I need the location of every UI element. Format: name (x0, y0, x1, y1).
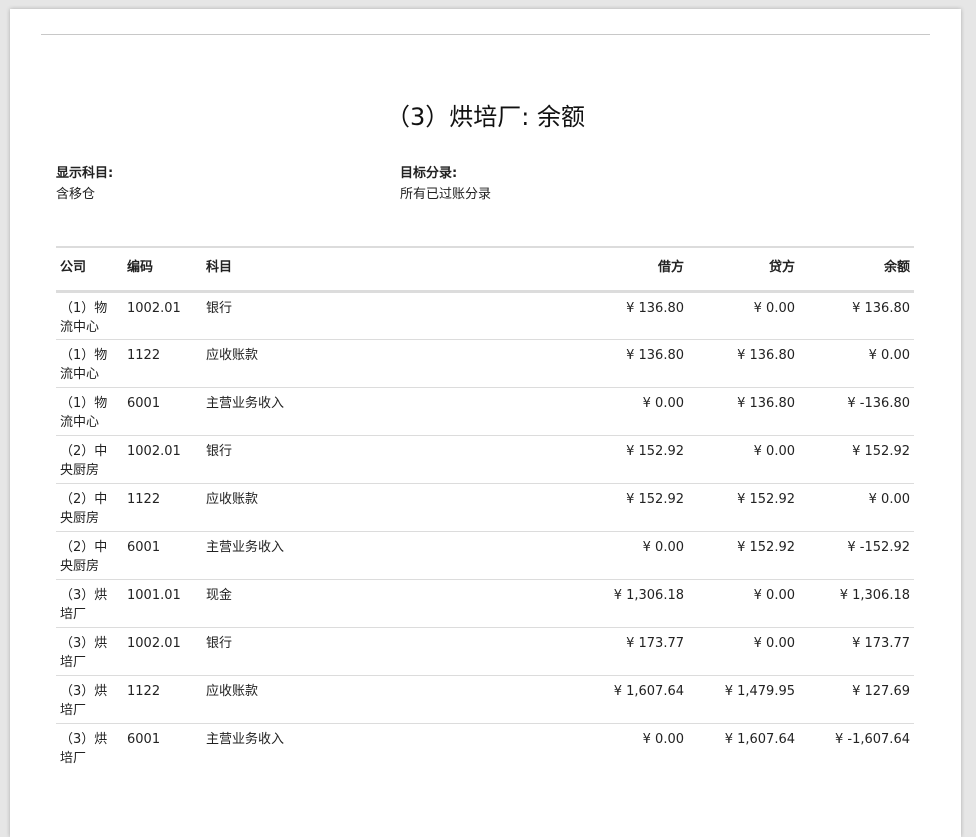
credit-cell: ¥ 0.00 (753, 443, 795, 459)
account-cell: 主营业务收入 (206, 395, 285, 411)
credit-cell: ¥ 0.00 (753, 587, 795, 603)
debit-cell: ¥ 136.80 (626, 300, 684, 316)
company-cell: （2）中央厨房 (60, 491, 108, 526)
company-cell: （3）烘培厂 (60, 731, 108, 766)
balance-cell: ¥ 173.77 (852, 635, 910, 651)
table-header-row: 公司 编码 科目 借方 贷方 余额 (56, 247, 914, 291)
table-row: （2）中央厨房 1002.01 银行 ¥ 152.92 ¥ 0.00 ¥ 152.92 (56, 435, 914, 483)
column-header-code: 编码 (127, 260, 154, 275)
company-cell: （3）烘培厂 (60, 635, 108, 670)
company-cell: （3）烘培厂 (60, 587, 108, 622)
code-cell: 1002.01 (127, 300, 181, 316)
account-cell: 主营业务收入 (206, 731, 285, 747)
company-cell: （2）中央厨房 (60, 539, 108, 574)
balance-cell: ¥ -136.80 (847, 395, 910, 411)
account-cell: 应收账款 (206, 683, 259, 699)
credit-cell: ¥ 1,479.95 (724, 683, 795, 699)
table-row: （2）中央厨房 6001 主营业务收入 ¥ 0.00 ¥ 152.92 ¥ -152.92 (56, 531, 914, 579)
table-row: （3）烘培厂 6001 主营业务收入 ¥ 0.00 ¥ 1,607.64 ¥ -1,607… (56, 723, 914, 771)
table-row: （1）物流中心 6001 主营业务收入 ¥ 0.00 ¥ 136.80 ¥ -136.80 (56, 387, 914, 435)
table-body: （1）物流中心 1002.01 银行 ¥ 136.80 ¥ 0.00 ¥ 136.80 （1… (56, 291, 914, 771)
debit-cell: ¥ 136.80 (626, 347, 684, 363)
report-page: （3）烘培厂: 余额 显示科目: 含移仓 目标分录: 所有已过账分录 公司 编码… (10, 9, 961, 837)
entries-filter: 目标分录: 所有已过账分录 (400, 166, 491, 203)
accounts-filter-value: 含移仓 (56, 187, 96, 202)
balance-cell: ¥ 0.00 (868, 347, 910, 363)
column-header-debit: 借方 (657, 260, 684, 275)
table-row: （1）物流中心 1002.01 银行 ¥ 136.80 ¥ 0.00 ¥ 136.80 (56, 291, 914, 339)
accounts-filter-label: 显示科目: (56, 166, 114, 181)
column-header-account: 科目 (206, 260, 233, 275)
debit-cell: ¥ 0.00 (642, 539, 684, 555)
code-cell: 6001 (127, 731, 161, 747)
balance-cell: ¥ -1,607.64 (835, 731, 910, 747)
credit-cell: ¥ 0.00 (753, 300, 795, 316)
account-cell: 主营业务收入 (206, 539, 285, 555)
balance-cell: ¥ -152.92 (847, 539, 910, 555)
table-row: （1）物流中心 1122 应收账款 ¥ 136.80 ¥ 136.80 ¥ 0.00 (56, 339, 914, 387)
credit-cell: ¥ 152.92 (737, 539, 795, 555)
table-row: （3）烘培厂 1002.01 银行 ¥ 173.77 ¥ 0.00 ¥ 173.77 (56, 627, 914, 675)
entries-filter-label: 目标分录: (400, 166, 458, 181)
debit-cell: ¥ 0.00 (642, 395, 684, 411)
company-cell: （3）烘培厂 (60, 683, 108, 718)
credit-cell: ¥ 1,607.64 (724, 731, 795, 747)
balance-table: 公司 编码 科目 借方 贷方 余额 （1）物流中心 1002.01 银行 ¥ 136.… (56, 246, 914, 771)
table-row: （3）烘培厂 1122 应收账款 ¥ 1,607.64 ¥ 1,479.95 ¥ 127.… (56, 675, 914, 723)
code-cell: 6001 (127, 539, 161, 555)
debit-cell: ¥ 1,306.18 (613, 587, 684, 603)
table-row: （3）烘培厂 1001.01 现金 ¥ 1,306.18 ¥ 0.00 ¥ 1,306.1… (56, 579, 914, 627)
code-cell: 1001.01 (127, 587, 181, 603)
credit-cell: ¥ 136.80 (737, 395, 795, 411)
debit-cell: ¥ 0.00 (642, 731, 684, 747)
balance-cell: ¥ 0.00 (868, 491, 910, 507)
balance-cell: ¥ 152.92 (852, 443, 910, 459)
credit-cell: ¥ 0.00 (753, 635, 795, 651)
debit-cell: ¥ 173.77 (626, 635, 684, 651)
debit-cell: ¥ 1,607.64 (613, 683, 684, 699)
account-cell: 应收账款 (206, 491, 259, 507)
company-cell: （1）物流中心 (60, 300, 108, 335)
debit-cell: ¥ 152.92 (626, 491, 684, 507)
account-cell: 银行 (206, 300, 233, 316)
company-cell: （1）物流中心 (60, 395, 108, 430)
code-cell: 1002.01 (127, 635, 181, 651)
accounts-filter: 显示科目: 含移仓 (56, 166, 113, 203)
code-cell: 1122 (127, 491, 161, 507)
column-header-credit: 贷方 (768, 260, 795, 275)
code-cell: 1122 (127, 347, 161, 363)
entries-filter-value: 所有已过账分录 (400, 187, 492, 202)
account-cell: 银行 (206, 635, 233, 651)
account-cell: 银行 (206, 443, 233, 459)
credit-cell: ¥ 152.92 (737, 491, 795, 507)
balance-cell: ¥ 1,306.18 (839, 587, 910, 603)
code-cell: 1122 (127, 683, 161, 699)
balance-cell: ¥ 136.80 (852, 300, 910, 316)
code-cell: 1002.01 (127, 443, 181, 459)
account-cell: 现金 (206, 587, 233, 603)
column-header-balance: 余额 (883, 260, 910, 275)
balance-cell: ¥ 127.69 (852, 683, 910, 699)
table-row: （2）中央厨房 1122 应收账款 ¥ 152.92 ¥ 152.92 ¥ 0.00 (56, 483, 914, 531)
account-cell: 应收账款 (206, 347, 259, 363)
header-divider (41, 34, 930, 35)
company-cell: （1）物流中心 (60, 347, 108, 382)
debit-cell: ¥ 152.92 (626, 443, 684, 459)
credit-cell: ¥ 136.80 (737, 347, 795, 363)
company-cell: （2）中央厨房 (60, 443, 108, 478)
column-header-company: 公司 (60, 260, 87, 275)
code-cell: 6001 (127, 395, 161, 411)
report-title: （3）烘培厂: 余额 (386, 103, 585, 131)
